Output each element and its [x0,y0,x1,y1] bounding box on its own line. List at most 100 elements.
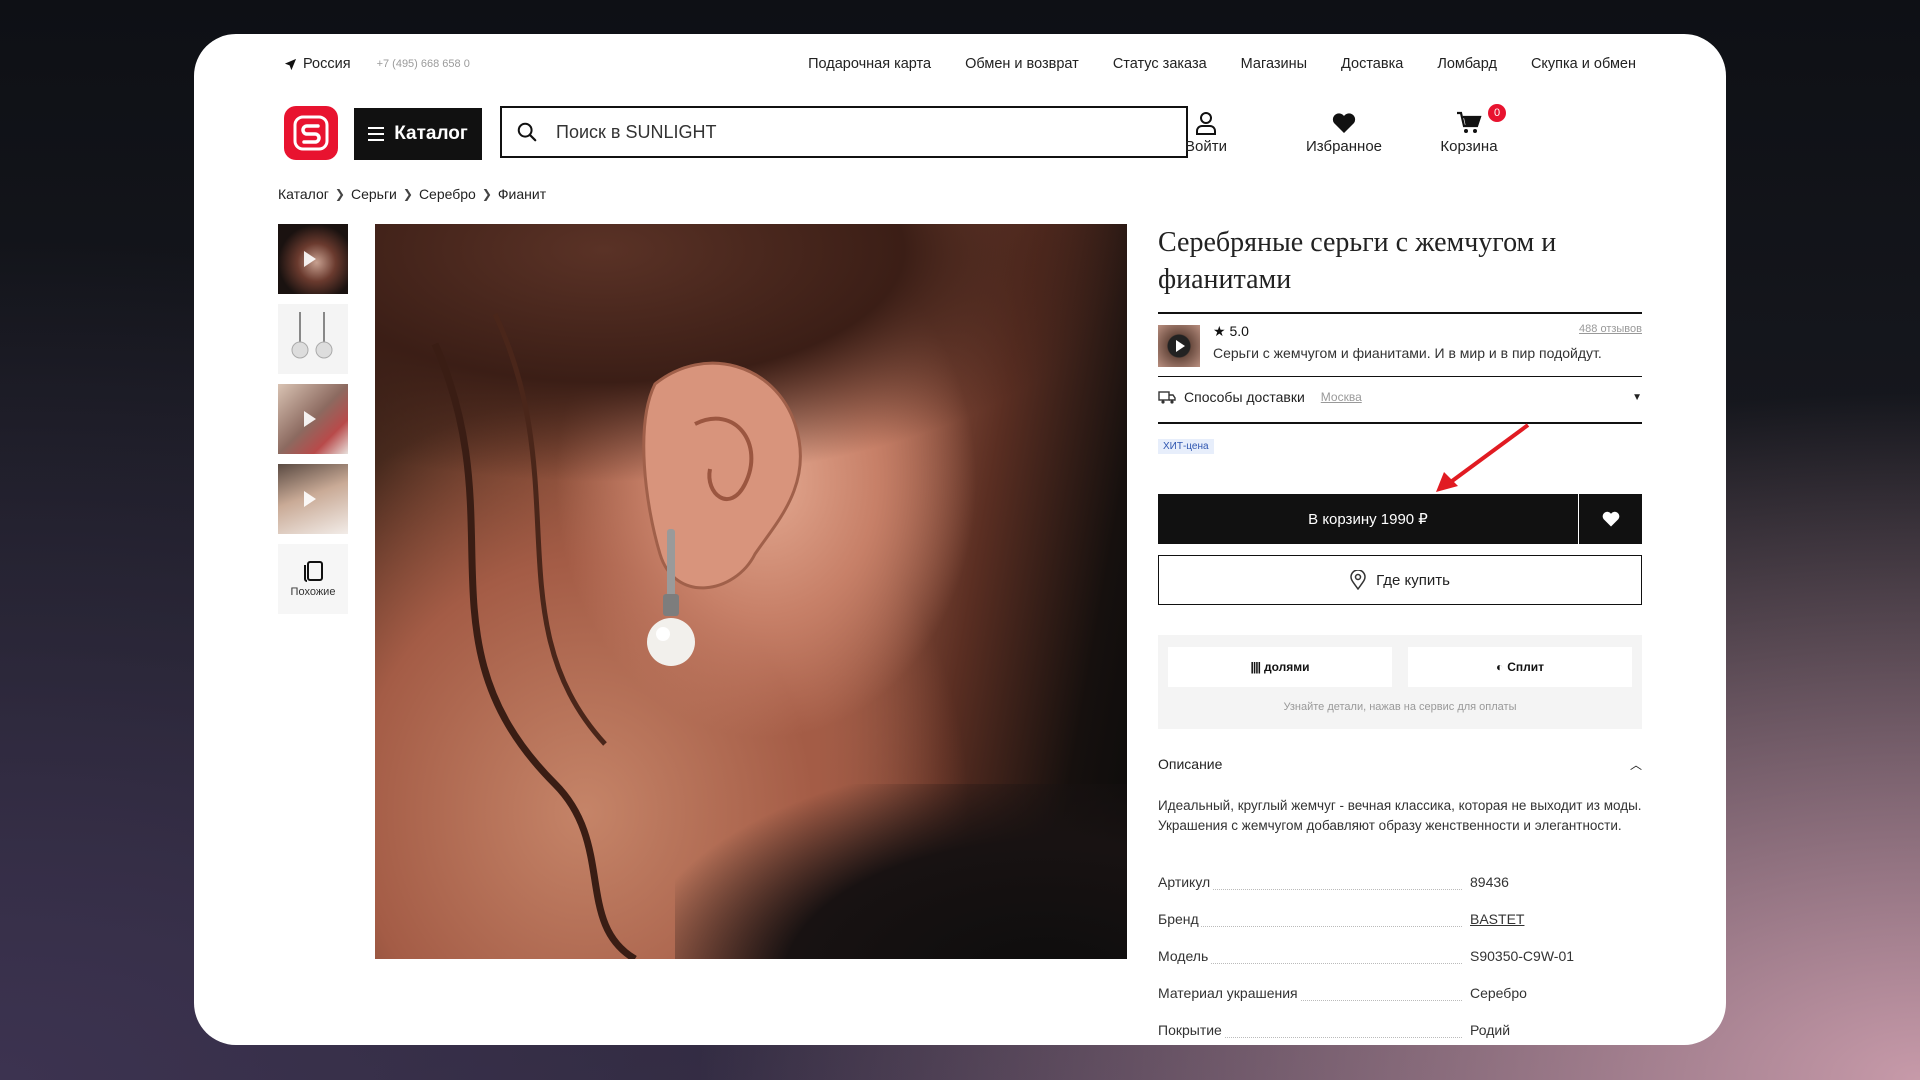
breadcrumb-cubic-zirconia[interactable]: Фианит [498,186,546,202]
spec-row-article: Артикул 89436 [1158,874,1642,894]
thumbnail-video-2[interactable] [278,384,348,454]
brand-link[interactable]: BASTET [1470,911,1524,927]
where-to-buy-button[interactable]: Где купить [1158,555,1642,605]
split-icon: ◐ [1495,660,1504,674]
top-nav: Подарочная карта Обмен и возврат Статус … [808,56,1636,72]
logo-s-icon [293,115,329,151]
top-bar: Россия +7 (495) 668 658 0 Подарочная кар… [284,49,1636,79]
ear-and-earring-illustration [431,312,802,959]
review-snippet[interactable]: ★ 5.0 488 отзывов Серьги с жемчугом и фи… [1158,321,1642,371]
delivery-label: Способы доставки [1184,389,1305,405]
thumbnail-video-1[interactable] [278,224,348,294]
dolyami-label: долями [1263,660,1310,674]
catalog-label: Каталог [394,123,468,144]
similar-label: Похожие [290,586,336,598]
phone-number[interactable]: +7 (495) 668 658 0 [377,58,470,70]
play-icon [304,251,316,267]
caret-down-icon: ▼ [1632,391,1642,403]
split-label: Сплит [1507,660,1545,674]
location-arrow-icon [284,58,297,70]
play-icon [304,411,316,427]
thumbnail-strip: Похожие [278,224,348,614]
divider [1158,376,1642,377]
chevron-up-icon: ︿ [1629,758,1642,772]
nav-gift-card[interactable]: Подарочная карта [808,56,931,72]
add-to-cart-button[interactable]: В корзину 1990 ₽ [1158,494,1578,544]
spec-row-material: Материал украшения Серебро [1158,985,1642,1005]
menu-icon [368,127,385,141]
where-to-buy-label: Где купить [1376,571,1450,589]
nav-pawnshop[interactable]: Ломбард [1437,56,1497,72]
location-selector[interactable]: Россия [284,56,351,72]
description-toggle[interactable]: Описание ︿ [1158,756,1642,773]
cart-button[interactable]: 0 Корзина [1424,104,1514,155]
heart-icon [1602,511,1619,527]
nav-order-status[interactable]: Статус заказа [1113,56,1207,72]
breadcrumb-catalog[interactable]: Каталог [278,186,329,202]
location-label: Россия [303,56,351,72]
play-icon [304,491,316,507]
delivery-options[interactable]: Способы доставки Москва ▼ [1158,381,1642,413]
search-input[interactable] [554,120,1158,144]
rating: ★ 5.0 [1213,323,1249,340]
split-option[interactable]: ◐ Сплит [1408,647,1632,687]
chevron-right-icon: ❯ [481,187,492,201]
login-label: Войти [1185,138,1227,155]
user-icon [1196,112,1216,135]
star-icon: ★ [1213,323,1230,339]
spec-row-model: Модель S90350-C9W-01 [1158,948,1642,968]
nav-stores[interactable]: Магазины [1241,56,1307,72]
breadcrumb-silver[interactable]: Серебро [419,186,476,202]
spec-value: S90350-C9W-01 [1470,948,1575,964]
chevron-right-icon: ❯ [402,187,413,201]
spec-key: Покрытие [1158,1022,1224,1038]
spec-key: Артикул [1158,874,1213,890]
spec-row-coating: Покрытие Родий [1158,1022,1642,1042]
product-title: Серебряные серьги с жемчугом и фианитами [1158,227,1557,295]
cart-icon [1457,111,1482,133]
cart-count-badge: 0 [1488,104,1506,122]
reviews-count-link[interactable]: 488 отзывов [1579,323,1642,335]
search-icon [517,122,537,142]
delivery-city-link[interactable]: Москва [1321,390,1362,404]
sunlight-logo[interactable] [284,106,338,160]
breadcrumb-earrings[interactable]: Серьги [351,186,397,202]
favorites-label: Избранное [1305,138,1383,155]
spec-value: Родий [1470,1022,1511,1038]
thumbnail-product[interactable] [278,304,348,374]
similar-products-button[interactable]: Похожие [278,544,348,614]
add-to-favorites-button[interactable] [1579,494,1642,544]
nav-exchange-return[interactable]: Обмен и возврат [965,56,1079,72]
truck-icon [1158,391,1176,404]
payment-services: |||| долями ◐ Сплит Узнайте детали, нажав… [1158,635,1642,729]
chevron-right-icon: ❯ [334,187,345,201]
earrings-image [291,312,333,359]
nav-delivery[interactable]: Доставка [1341,56,1403,72]
payment-note: Узнайте детали, нажав на сервис для опла… [1283,701,1517,713]
nav-buyback[interactable]: Скупка и обмен [1531,56,1636,72]
divider [1158,312,1642,314]
review-video-thumbnail[interactable] [1158,325,1200,367]
login-button[interactable]: Войти [1166,110,1246,155]
spec-value: Серебро [1470,985,1527,1001]
main-product-photo[interactable] [375,224,1127,959]
spec-key: Модель [1158,948,1211,964]
hit-price-badge: ХИТ-цена [1158,439,1214,454]
dolyami-option[interactable]: |||| долями [1168,647,1392,687]
cards-icon [304,561,323,582]
thumbnail-video-3[interactable] [278,464,348,534]
header: Каталог Войти Избранное 0 Корзина [284,104,1636,164]
add-to-cart-label: В корзину 1990 ₽ [1308,511,1428,528]
favorites-button[interactable]: Избранное [1294,110,1394,155]
description-text: Идеальный, круглый жемчуг - вечная класс… [1158,798,1642,833]
spec-value: 89436 [1470,874,1509,890]
heart-icon [1332,113,1356,133]
spec-row-brand: Бренд BASTET [1158,911,1642,931]
divider [1158,422,1642,424]
map-pin-icon [1350,570,1366,590]
rating-value: 5.0 [1229,323,1249,339]
annotation-arrow-icon [1436,423,1530,492]
dolyami-icon: |||| [1250,660,1261,674]
search-box[interactable] [500,106,1188,158]
catalog-button[interactable]: Каталог [354,108,482,160]
